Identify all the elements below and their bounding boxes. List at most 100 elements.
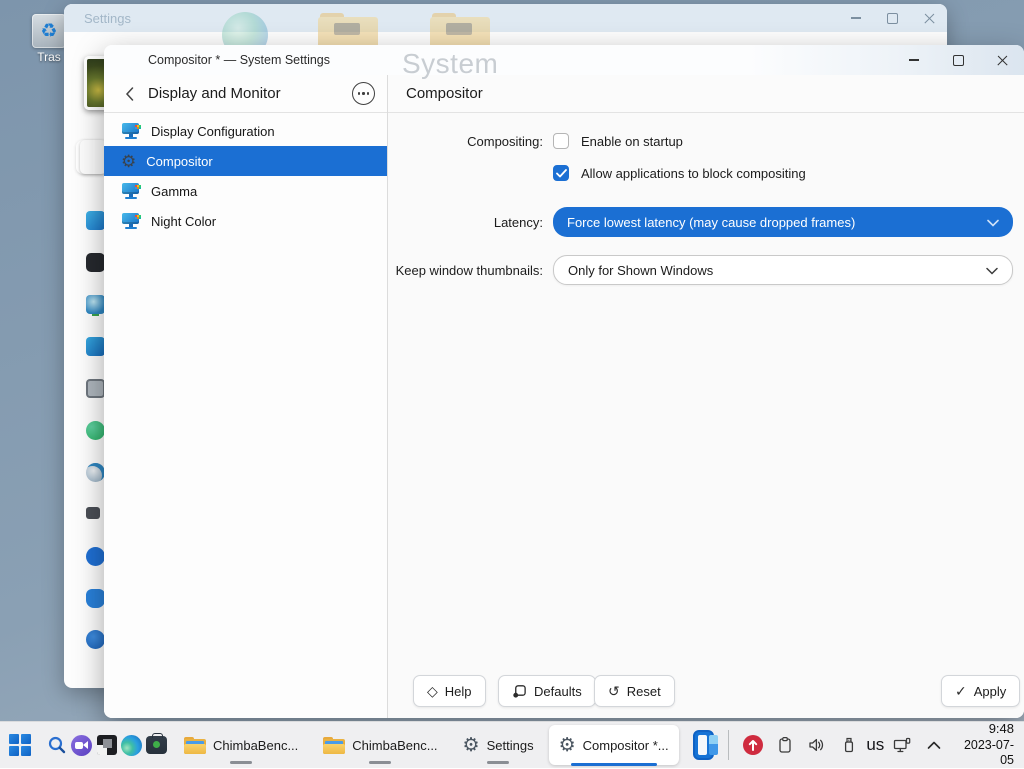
taskbar-divider bbox=[727, 730, 729, 760]
reset-label: Reset bbox=[626, 683, 661, 699]
start-button[interactable] bbox=[8, 727, 32, 763]
ghost-folder-icon bbox=[430, 13, 490, 49]
toolbox-icon bbox=[146, 733, 168, 754]
close-icon[interactable] bbox=[924, 13, 935, 24]
update-badge-icon bbox=[742, 735, 763, 755]
display-tray-button[interactable] bbox=[886, 727, 918, 763]
taskbar-app-chimbabench-1[interactable]: ChimbaBenc... bbox=[174, 725, 308, 765]
back-button[interactable] bbox=[118, 83, 140, 105]
running-indicator bbox=[369, 761, 392, 764]
minimize-icon bbox=[909, 59, 919, 61]
updates-tray-button[interactable] bbox=[737, 727, 769, 763]
compositing-label: Compositing: bbox=[467, 134, 543, 149]
minimize-button[interactable] bbox=[892, 45, 936, 75]
taskbar-app-label: Compositor *... bbox=[582, 737, 669, 753]
active-indicator bbox=[570, 763, 657, 766]
maximize-icon[interactable] bbox=[887, 12, 898, 24]
sidebar-header: Display and Monitor bbox=[148, 85, 281, 102]
help-icon: ◇ bbox=[427, 683, 438, 699]
video-chat-button[interactable] bbox=[69, 727, 94, 763]
help-button[interactable]: ◇ Help bbox=[413, 675, 486, 707]
windows-logo-icon bbox=[9, 734, 31, 756]
ghost-folder-icon bbox=[318, 13, 378, 49]
keep-window-thumbnails-dropdown[interactable]: Only for Shown Windows bbox=[553, 255, 1013, 285]
compositor-settings-window: Compositor * — System Settings Display a… bbox=[104, 45, 1024, 718]
latency-label: Latency: bbox=[493, 215, 543, 230]
browser-icon bbox=[121, 734, 143, 756]
keep-window-thumbnails-label: Keep window thumbnails: bbox=[395, 263, 543, 278]
chevron-down-icon bbox=[987, 215, 999, 230]
clock[interactable]: 9:48 2023-07-05 bbox=[958, 721, 1024, 769]
folder-icon bbox=[184, 736, 207, 754]
latency-dropdown[interactable]: Force lowest latency (may cause dropped … bbox=[553, 207, 1013, 237]
ghost-shield-icon bbox=[86, 589, 105, 608]
browser-button[interactable] bbox=[119, 727, 144, 763]
maximize-icon bbox=[952, 54, 964, 66]
display-icon bbox=[893, 737, 911, 753]
latency-value: Force lowest latency (may cause dropped … bbox=[567, 214, 856, 230]
clipboard-tray-button[interactable] bbox=[769, 727, 801, 763]
background-window-titlebar: Settings bbox=[64, 4, 947, 32]
maximize-button[interactable] bbox=[936, 45, 980, 75]
monitor-icon bbox=[121, 212, 141, 230]
folder-icon bbox=[323, 736, 346, 754]
sidebar-item-label: Display Configuration bbox=[151, 123, 275, 139]
defaults-button[interactable]: Defaults bbox=[498, 675, 596, 707]
ghost-monitor-icon bbox=[86, 337, 105, 356]
dialog-footer: ◇ Help Defaults ↺ Reset ✓ Apply bbox=[388, 675, 1024, 718]
allow-block-compositing-label[interactable]: Allow applications to block compositing bbox=[581, 166, 806, 181]
ghost-frame-icon bbox=[86, 379, 105, 398]
chevron-up-icon bbox=[927, 741, 941, 749]
sidebar-item-night-color[interactable]: Night Color bbox=[104, 206, 387, 236]
reset-button[interactable]: ↺ Reset bbox=[594, 675, 675, 707]
check-icon bbox=[555, 168, 567, 177]
ghost-monitor-icon bbox=[86, 211, 105, 230]
background-window-title: Settings bbox=[84, 10, 131, 26]
console-app-button[interactable] bbox=[94, 727, 119, 763]
taskbar: ChimbaBenc... ChimbaBenc... ⚙ Settings ⚙… bbox=[0, 721, 1024, 768]
keyboard-layout-indicator[interactable]: us bbox=[865, 735, 886, 755]
gear-icon: ⚙ bbox=[558, 734, 576, 756]
ghost-input-icon bbox=[86, 507, 100, 519]
enable-on-startup-label[interactable]: Enable on startup bbox=[581, 134, 683, 149]
chevron-left-icon bbox=[125, 86, 133, 101]
overflow-menu-button[interactable] bbox=[352, 82, 375, 105]
running-indicator bbox=[487, 761, 510, 764]
minimize-icon[interactable] bbox=[851, 17, 861, 19]
sidebar-item-label: Compositor bbox=[146, 153, 213, 169]
speaker-icon bbox=[808, 738, 823, 752]
close-button[interactable] bbox=[980, 45, 1024, 75]
window-titlebar[interactable]: Compositor * — System Settings bbox=[104, 45, 1024, 75]
usb-tray-button[interactable] bbox=[833, 727, 865, 763]
ghost-blue-icon bbox=[86, 547, 105, 566]
taskbar-app-settings[interactable]: ⚙ Settings bbox=[453, 725, 544, 765]
tray-expand-button[interactable] bbox=[918, 727, 950, 763]
settings-content: Compositor Compositing: Enable on startu… bbox=[388, 75, 1024, 718]
search-button[interactable] bbox=[44, 727, 69, 763]
console-app-icon bbox=[96, 735, 117, 755]
settings-sidebar: Display and Monitor Display Configuratio… bbox=[104, 75, 388, 718]
toolbox-app-button[interactable] bbox=[144, 727, 169, 763]
sidebar-item-compositor[interactable]: ⚙ Compositor bbox=[104, 146, 387, 176]
reset-icon: ↺ bbox=[608, 683, 620, 699]
defaults-icon bbox=[512, 683, 527, 700]
layout-panes-button[interactable] bbox=[692, 730, 719, 760]
apply-button[interactable]: ✓ Apply bbox=[941, 675, 1021, 707]
ghost-globe-icon bbox=[86, 295, 105, 314]
taskbar-app-chimbabench-2[interactable]: ChimbaBenc... bbox=[313, 725, 447, 765]
taskbar-app-label: ChimbaBenc... bbox=[352, 737, 438, 753]
monitor-icon bbox=[121, 122, 141, 140]
sidebar-item-gamma[interactable]: Gamma bbox=[104, 176, 387, 206]
taskbar-app-label: Settings bbox=[486, 737, 534, 753]
ghost-file-icon bbox=[80, 140, 106, 174]
sidebar-item-display-configuration[interactable]: Display Configuration bbox=[104, 116, 387, 146]
search-icon bbox=[48, 736, 65, 754]
trash-icon: ♻ bbox=[32, 14, 66, 48]
ghost-users-icon bbox=[86, 421, 105, 440]
enable-on-startup-checkbox[interactable] bbox=[553, 133, 569, 149]
volume-tray-button[interactable] bbox=[801, 727, 833, 763]
allow-block-compositing-checkbox[interactable] bbox=[553, 165, 569, 181]
monitor-icon bbox=[121, 182, 141, 200]
taskbar-app-compositor[interactable]: ⚙ Compositor *... bbox=[548, 725, 679, 766]
thumbnails-value: Only for Shown Windows bbox=[568, 262, 714, 278]
